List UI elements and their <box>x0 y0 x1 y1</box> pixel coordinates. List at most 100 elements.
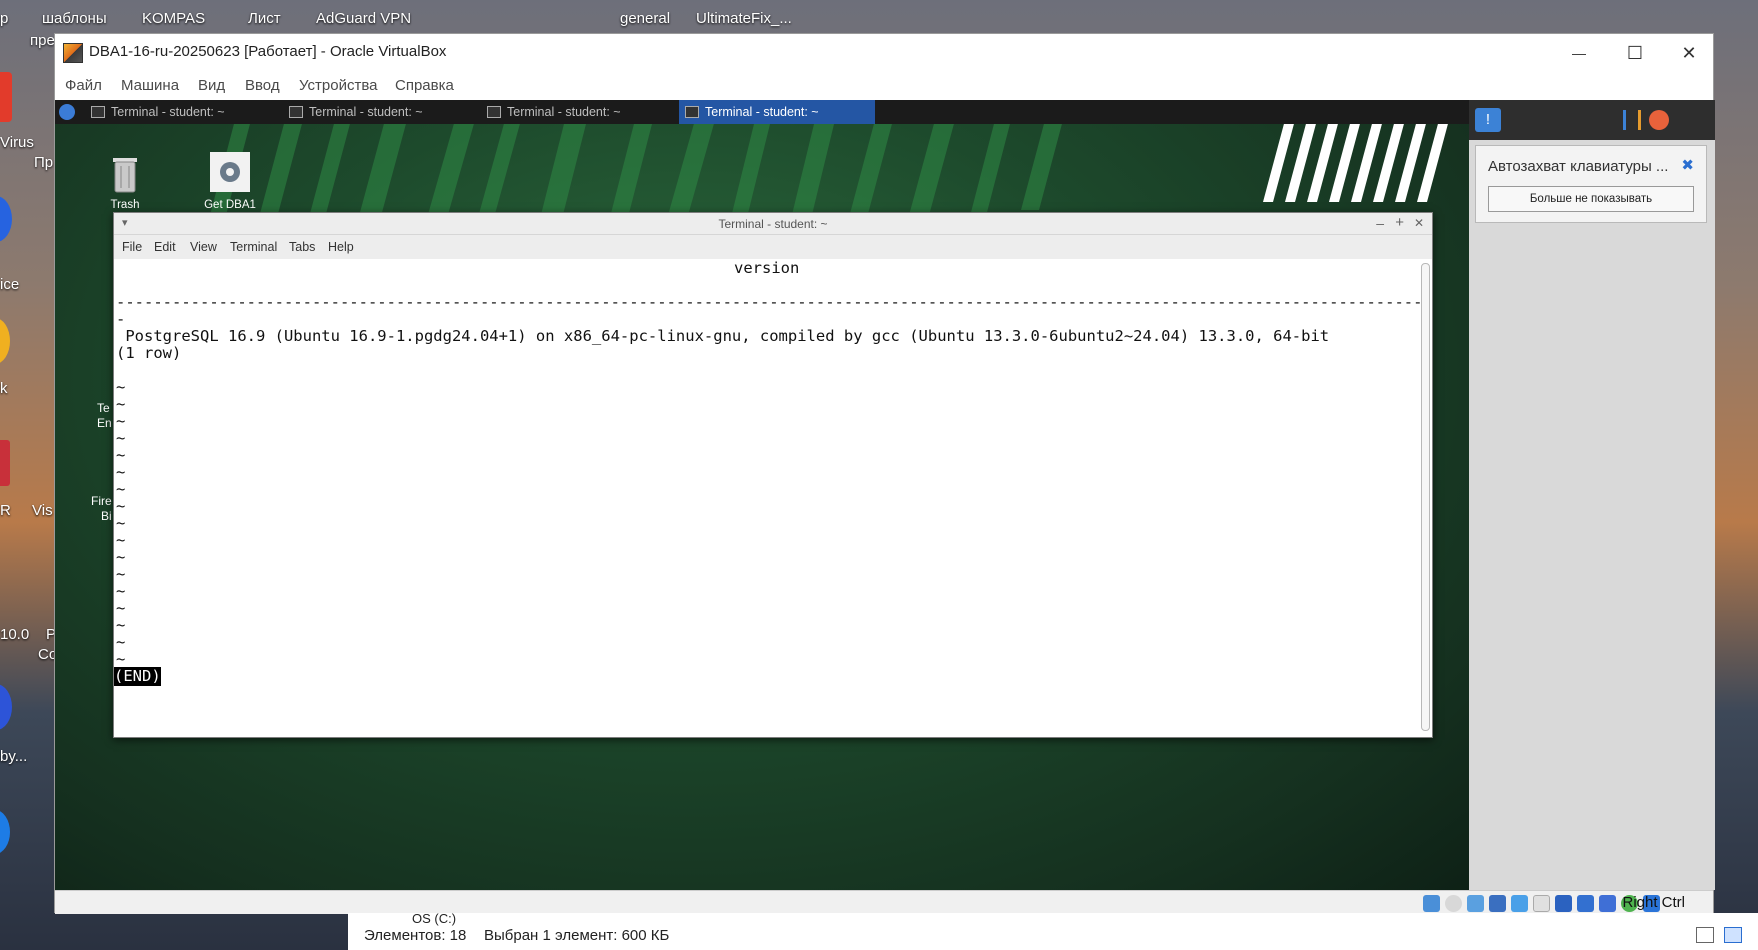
vbox-titlebar[interactable]: DBA1-16-ru-20250623 [Работает] - Oracle … <box>55 34 1713 72</box>
display-icon[interactable] <box>1555 895 1572 912</box>
explorer-drive-label[interactable]: OS (C:) <box>412 911 456 926</box>
terminal-menubar: File Edit View Terminal Tabs Help <box>114 235 1432 259</box>
video-capture-icon[interactable] <box>1577 895 1594 912</box>
host-icon-adguard[interactable]: AdGuard VPN <box>316 10 411 27</box>
notification-title: Автозахват клавиатуры ... <box>1488 158 1669 175</box>
host-fragment: Vis <box>32 502 53 519</box>
menu-view[interactable]: Вид <box>198 77 225 94</box>
host-icon-ultimatefix[interactable]: UltimateFix_... <box>696 10 792 27</box>
host-icon-kompas[interactable]: KOMPAS <box>142 10 205 27</box>
clear-notifications-icon[interactable] <box>1649 110 1669 130</box>
terminal-close-button[interactable]: ✕ <box>1414 216 1424 230</box>
terminal-menu-tabs[interactable]: Tabs <box>289 240 315 254</box>
host-fragment: Virus <box>0 134 34 151</box>
terminal-window[interactable]: ▾ Terminal - student: ~ – + ✕ File Edit … <box>113 212 1433 738</box>
whisker-menu-icon[interactable] <box>59 104 75 120</box>
network-icon[interactable] <box>1489 895 1506 912</box>
terminal-minimize-button[interactable]: – <box>1376 215 1384 231</box>
keyboard-capture-notification: Автозахват клавиатуры ... ✖ Больше не по… <box>1475 145 1707 223</box>
usb-icon[interactable] <box>1511 895 1528 912</box>
task-label: Terminal - student: ~ <box>111 105 225 119</box>
shared-folders-icon[interactable] <box>1533 895 1550 912</box>
host-fragment: 10.0 <box>0 626 30 643</box>
taskbar-terminal-2[interactable]: Terminal - student: ~ <box>283 100 479 124</box>
details-view-icon[interactable] <box>1696 927 1714 943</box>
terminal-menu-help[interactable]: Help <box>328 240 354 254</box>
audio-icon[interactable] <box>1467 895 1484 912</box>
notification-icon[interactable]: ! <box>1475 108 1501 132</box>
desktop-fragment: Te <box>97 401 110 415</box>
terminal-titlebar[interactable]: ▾ Terminal - student: ~ – + ✕ <box>114 213 1432 235</box>
optical-drive-icon[interactable] <box>1445 895 1462 912</box>
terminal-menu-edit[interactable]: Edit <box>154 240 176 254</box>
guest-screen[interactable]: Terminal - student: ~ Terminal - student… <box>55 100 1469 890</box>
menu-machine[interactable]: Машина <box>121 77 179 94</box>
menu-help[interactable]: Справка <box>395 77 454 94</box>
host-icon-blob[interactable] <box>0 72 12 122</box>
menu-file[interactable]: Файл <box>65 77 102 94</box>
close-button[interactable]: ✕ <box>1661 38 1717 68</box>
menu-devices[interactable]: Устройства <box>299 77 377 94</box>
vbox-menubar: Файл Машина Вид Ввод Устройства Справка <box>55 72 1713 100</box>
host-key-indicator[interactable]: Right Ctrl <box>1622 894 1685 911</box>
menu-input[interactable]: Ввод <box>245 77 280 94</box>
host-icon-general[interactable]: general <box>620 10 670 27</box>
terminal-output[interactable]: version --------------------------------… <box>114 259 1420 737</box>
desktop-icon-label: Get DBA1 <box>204 199 256 211</box>
terminal-icon <box>685 106 699 118</box>
terminal-menu-file[interactable]: File <box>122 240 142 254</box>
explorer-status-strip: OS (C:) Элементов: 18 Выбран 1 элемент: … <box>348 911 1758 950</box>
host-fragment: R <box>0 502 11 519</box>
desktop-fragment: En <box>97 416 112 430</box>
terminal-title: Terminal - student: ~ <box>718 217 828 231</box>
task-label: Terminal - student: ~ <box>507 105 621 119</box>
host-fragment: пре <box>30 32 55 49</box>
notification-toolbar: ! <box>1469 100 1715 140</box>
close-notification-icon[interactable]: ✖ <box>1681 156 1694 174</box>
host-fragment: ice <box>0 276 20 293</box>
minimize-button[interactable]: — <box>1551 38 1607 68</box>
desktop-fragment: Bi <box>101 509 112 523</box>
vbox-statusbar: Right Ctrl <box>55 890 1713 914</box>
vbox-window-title: DBA1-16-ru-20250623 [Работает] - Oracle … <box>89 43 447 60</box>
pager-end-marker: (END) <box>114 667 161 686</box>
host-icon-blob[interactable] <box>0 684 12 730</box>
host-icon-blob[interactable] <box>0 196 12 242</box>
host-fragment: k <box>0 380 8 397</box>
taskbar-terminal-4[interactable]: Terminal - student: ~ <box>679 100 875 124</box>
terminal-menu-terminal[interactable]: Terminal <box>230 240 277 254</box>
host-icon-blob[interactable] <box>0 318 10 364</box>
explorer-items-count: Элементов: 18 <box>364 927 467 944</box>
tiles-view-icon[interactable] <box>1724 927 1742 943</box>
taskbar-terminal-3[interactable]: Terminal - student: ~ <box>481 100 677 124</box>
query-separator: ----------------------------------------… <box>116 293 1420 311</box>
taskbar-terminal-1[interactable]: Terminal - student: ~ <box>85 100 281 124</box>
dont-show-again-button[interactable]: Больше не показывать <box>1488 186 1694 212</box>
gear-icon <box>210 152 250 192</box>
terminal-scrollbar[interactable] <box>1421 263 1430 731</box>
vt-x-icon[interactable] <box>1599 895 1616 912</box>
guest-taskbar: Terminal - student: ~ Terminal - student… <box>55 100 1469 124</box>
trash-icon <box>113 158 137 193</box>
virtualbox-app-icon <box>63 43 83 63</box>
desktop-fragment: Fire <box>91 494 112 508</box>
host-icon-shablony[interactable]: шаблоны <box>42 10 107 27</box>
sort-icon[interactable] <box>1623 110 1641 130</box>
host-fragment: Пр <box>34 154 54 171</box>
hard-disk-icon[interactable] <box>1423 895 1440 912</box>
host-fragment: by... <box>0 748 28 765</box>
terminal-icon <box>487 106 501 118</box>
desktop-icon-get-dba1[interactable]: Get DBA1 <box>190 148 270 211</box>
terminal-maximize-button[interactable]: + <box>1395 214 1404 231</box>
vbox-notification-center: ! Автозахват клавиатуры ... ✖ Больше не … <box>1469 100 1715 890</box>
terminal-icon <box>91 106 105 118</box>
task-label: Terminal - student: ~ <box>705 105 819 119</box>
maximize-button[interactable]: ☐ <box>1607 38 1663 68</box>
host-icon-blob[interactable] <box>0 440 10 486</box>
query-column-header: version <box>734 259 800 277</box>
host-icon-blob[interactable] <box>0 810 10 854</box>
host-icon-list[interactable]: Лист <box>248 10 281 27</box>
terminal-icon <box>289 106 303 118</box>
terminal-menu-view[interactable]: View <box>190 240 217 254</box>
desktop-icon-trash[interactable]: Trash <box>85 148 165 211</box>
